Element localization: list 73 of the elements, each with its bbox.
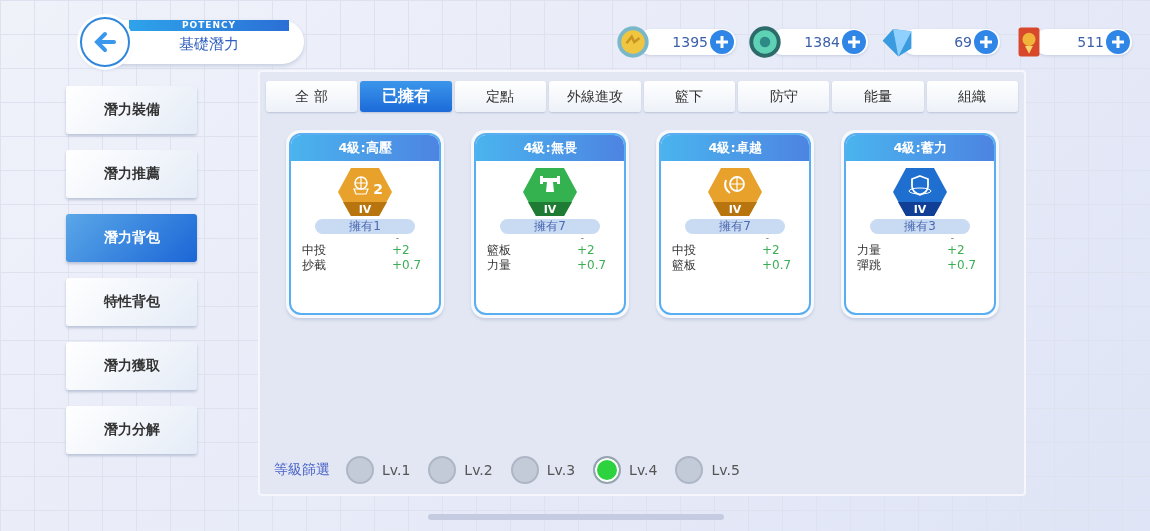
stat-name: 中投 bbox=[302, 243, 327, 258]
potential-badge: 2 IV bbox=[337, 167, 393, 217]
stat-name: 籃板 bbox=[487, 243, 512, 258]
filter-tab[interactable]: 籃下 bbox=[643, 81, 735, 112]
stat-value: +2 bbox=[577, 243, 596, 258]
filter-tab[interactable]: 已擁有 bbox=[360, 81, 452, 112]
filter-tab[interactable]: 組織 bbox=[926, 81, 1018, 112]
currency-amount: 1384 bbox=[804, 34, 840, 50]
filter-tab[interactable]: 全 部 bbox=[266, 81, 358, 112]
stat-name: 抄截 bbox=[302, 258, 327, 273]
potential-card[interactable]: 4級:蓄力 IV 擁有3 - 力量 +2 彈跳 +0.7 bbox=[841, 130, 999, 318]
potential-badge: IV bbox=[522, 167, 578, 217]
owned-count: 擁有1 bbox=[315, 219, 415, 234]
subtitle: POTENCY bbox=[129, 20, 289, 31]
stat-value: +0.7 bbox=[947, 258, 978, 273]
page-title: 基礎潛力 bbox=[179, 35, 239, 54]
sidebar-item[interactable]: 潛力推薦 bbox=[66, 150, 197, 198]
plus-icon bbox=[979, 35, 993, 49]
plus-icon bbox=[1111, 35, 1125, 49]
sidebar-item[interactable]: 潛力獲取 bbox=[66, 342, 197, 390]
potential-card[interactable]: 4級:卓越 IV 擁有7 - 中投 +2 籃板 +0.7 bbox=[656, 130, 814, 318]
stat-value: +0.7 bbox=[392, 258, 423, 273]
owned-count: 擁有7 bbox=[500, 219, 600, 234]
level-radio[interactable]: Lv.4 bbox=[593, 456, 658, 484]
sidebar-item[interactable]: 特性背包 bbox=[66, 278, 197, 326]
sidebar-item[interactable]: 潛力分解 bbox=[66, 406, 197, 454]
card-title: 4級:無畏 bbox=[476, 135, 624, 161]
currency-amount: 1395 bbox=[672, 34, 708, 50]
plus-icon bbox=[715, 35, 729, 49]
card-title: 4級:蓄力 bbox=[846, 135, 994, 161]
level-radio[interactable]: Lv.2 bbox=[428, 456, 493, 484]
plus-icon bbox=[847, 35, 861, 49]
owned-count: 擁有7 bbox=[685, 219, 785, 234]
add-button[interactable] bbox=[842, 30, 866, 54]
card-title: 4級:高壓 bbox=[291, 135, 439, 161]
stat-name: 中投 bbox=[672, 243, 697, 258]
filter-tab[interactable]: 定點 bbox=[454, 81, 547, 112]
filter-tab[interactable]: 能量 bbox=[832, 81, 924, 112]
level-radio[interactable]: Lv.3 bbox=[510, 456, 576, 484]
filter-label: 等級篩選 bbox=[274, 461, 330, 479]
stat-value: +0.7 bbox=[577, 258, 608, 273]
sidebar-item[interactable]: 潛力裝備 bbox=[66, 86, 197, 134]
stat-value: +2 bbox=[762, 243, 781, 258]
dash: - bbox=[395, 234, 399, 243]
sidebar-item[interactable]: 潛力背包 bbox=[66, 214, 197, 262]
card-title: 4級:卓越 bbox=[661, 135, 809, 161]
currency-amount: 511 bbox=[1077, 34, 1104, 50]
stat-name: 力量 bbox=[857, 243, 882, 258]
potential-badge: IV bbox=[707, 167, 763, 217]
stat-value: +0.7 bbox=[762, 258, 793, 273]
add-button[interactable] bbox=[974, 30, 998, 54]
level-radio[interactable]: Lv.1 bbox=[346, 456, 411, 484]
owned-count: 擁有3 bbox=[870, 219, 970, 234]
dash: - bbox=[950, 234, 954, 243]
currency-icon bbox=[748, 25, 782, 59]
potential-badge: IV bbox=[892, 167, 948, 217]
dash: - bbox=[580, 234, 584, 243]
stat-name: 力量 bbox=[487, 258, 512, 273]
add-button[interactable] bbox=[1106, 30, 1130, 54]
potential-card[interactable]: 4級:無畏 IV 擁有7 - 籃板 +2 力量 +0.7 bbox=[471, 130, 629, 318]
filter-tab[interactable]: 防守 bbox=[737, 81, 830, 112]
potential-card[interactable]: 4級:高壓 2 IV 擁有1 - 中投 +2 抄截 +0.7 bbox=[286, 130, 444, 318]
stat-value: +2 bbox=[392, 243, 411, 258]
filter-tab[interactable]: 外線進攻 bbox=[549, 81, 641, 112]
stat-name: 彈跳 bbox=[857, 258, 882, 273]
add-button[interactable] bbox=[710, 30, 734, 54]
currency-amount: 69 bbox=[954, 34, 972, 50]
currency-icon bbox=[616, 25, 650, 59]
dash: - bbox=[765, 234, 769, 243]
stat-name: 籃板 bbox=[672, 258, 697, 273]
stat-value: +2 bbox=[947, 243, 966, 258]
back-button[interactable] bbox=[80, 17, 130, 67]
level-radio[interactable]: Lv.5 bbox=[675, 456, 740, 484]
